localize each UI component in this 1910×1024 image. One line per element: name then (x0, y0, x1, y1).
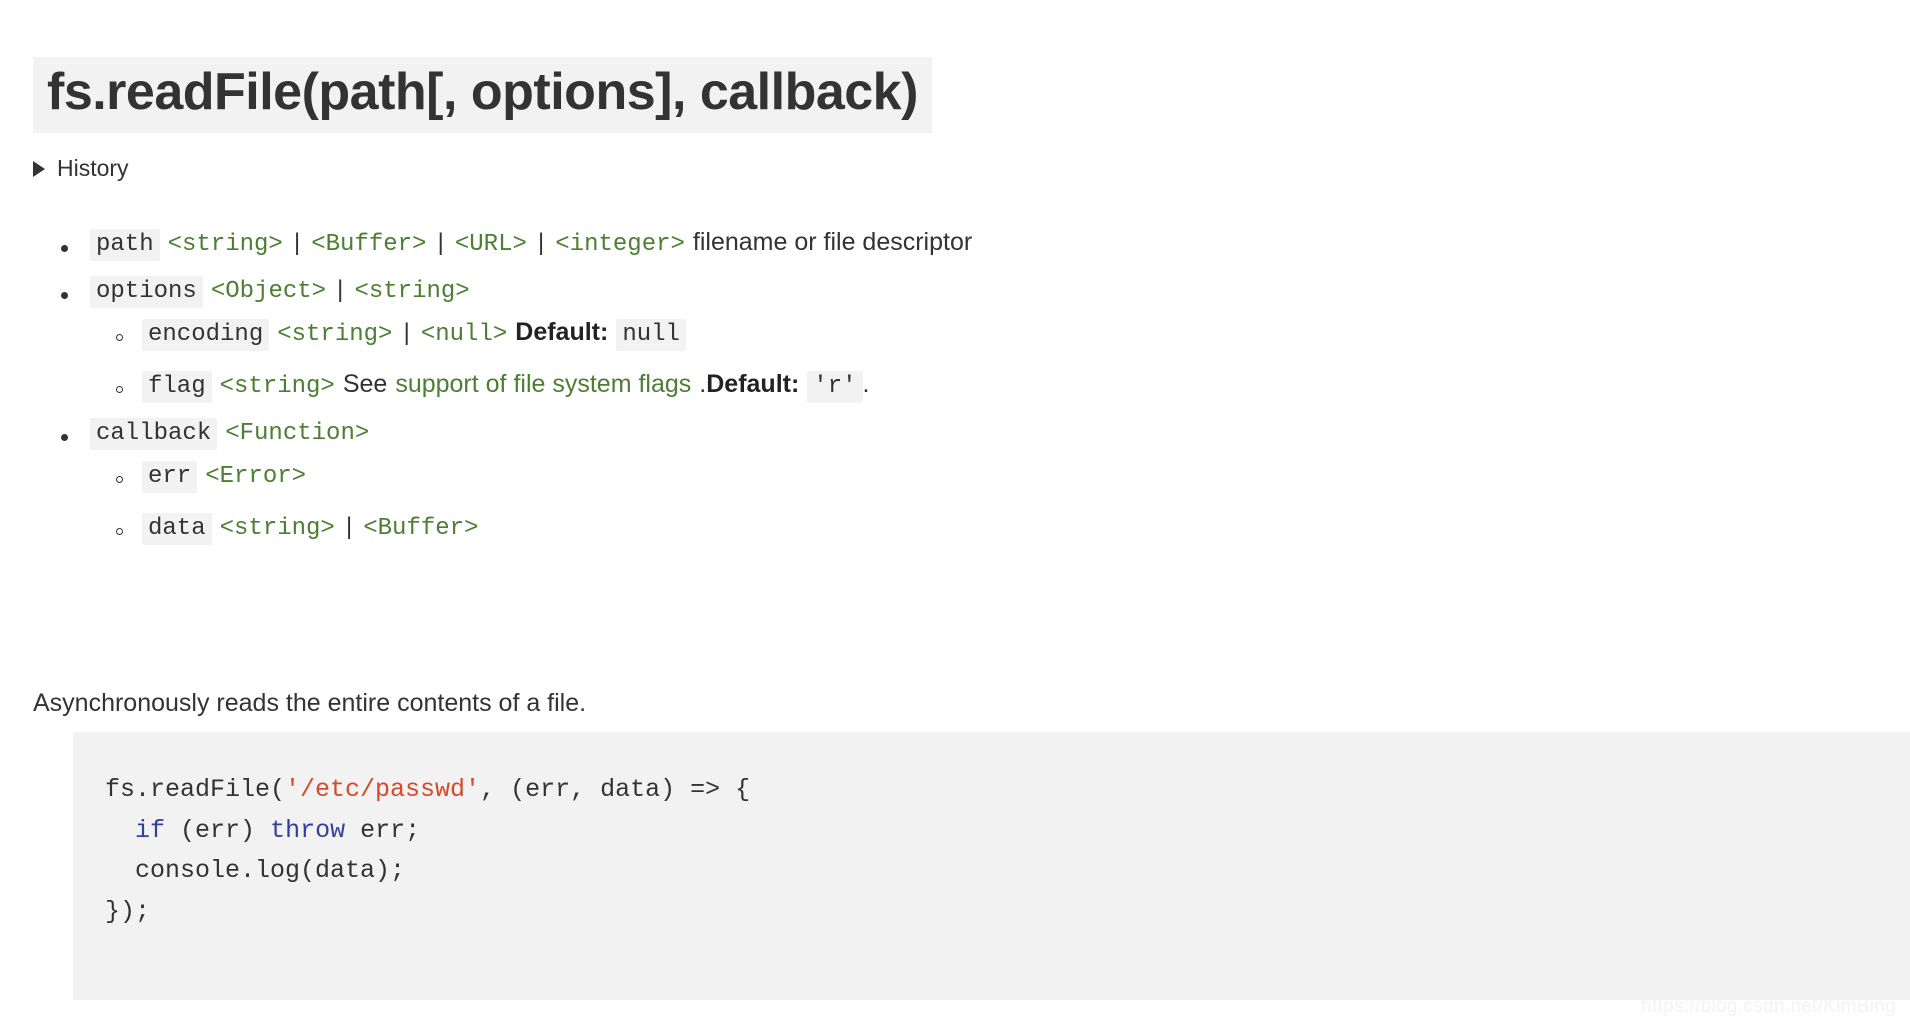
history-label: History (57, 155, 129, 182)
type-link-buffer[interactable]: <Buffer> (311, 231, 426, 258)
trailing-period: . (863, 370, 870, 398)
type-separator: | (392, 321, 420, 348)
code-content: fs.readFile('/etc/passwd', (err, data) =… (105, 770, 1910, 932)
triangle-right-icon (33, 161, 45, 177)
param-encoding-line: encoding<string>|<null>Default:null (142, 320, 1733, 347)
see-text: See (343, 370, 387, 398)
type-link-url[interactable]: <URL> (455, 231, 527, 258)
parameters-level-2-callback: err<Error> data<string>|<Buffer> (90, 462, 1733, 541)
param-name-options: options (90, 276, 203, 308)
param-path-line: path<string>|<Buffer>|<URL>|<integer>fil… (90, 230, 1733, 257)
type-link-integer[interactable]: <integer> (555, 231, 685, 258)
parameters-level-1: path<string>|<Buffer>|<URL>|<integer>fil… (33, 230, 1733, 541)
param-callback-line: callback<Function> (90, 419, 1733, 446)
param-flag-line: flag<string>Seesupport of file system fl… (142, 372, 1733, 399)
type-separator: | (326, 278, 354, 305)
documentation-page: fs.readFile(path[, options], callback) H… (0, 0, 1910, 1024)
type-link-buffer[interactable]: <Buffer> (363, 515, 478, 542)
link-file-system-flags[interactable]: support of file system flags (395, 370, 691, 398)
code-token (105, 816, 135, 845)
type-link-null[interactable]: <null> (421, 321, 507, 348)
param-callback: callback<Function> err<Error> data<strin… (33, 419, 1733, 541)
code-token: '/etc/passwd' (285, 775, 480, 804)
param-name-err: err (142, 461, 197, 493)
code-token: throw (270, 816, 345, 845)
type-link-string[interactable]: <string> (277, 321, 392, 348)
param-name-flag: flag (142, 371, 212, 403)
code-token: if (135, 816, 165, 845)
param-name-callback: callback (90, 418, 217, 450)
code-token: }); (105, 897, 150, 926)
param-name-data: data (142, 513, 212, 545)
type-link-function[interactable]: <Function> (225, 420, 369, 447)
parameter-list: path<string>|<Buffer>|<URL>|<integer>fil… (33, 230, 1733, 561)
type-separator: | (283, 231, 311, 258)
param-data-line: data<string>|<Buffer> (142, 514, 1733, 541)
param-path-description: filename or file descriptor (693, 228, 972, 256)
type-link-error[interactable]: <Error> (205, 463, 306, 490)
code-block: fs.readFile('/etc/passwd', (err, data) =… (73, 732, 1910, 1000)
param-data: data<string>|<Buffer> (90, 514, 1733, 541)
type-link-string[interactable]: <string> (220, 515, 335, 542)
parameters-level-2-options: encoding<string>|<null>Default:null flag… (90, 320, 1733, 399)
param-flag: flag<string>Seesupport of file system fl… (90, 372, 1733, 399)
param-name-path: path (90, 229, 160, 261)
page-title: fs.readFile(path[, options], callback) (33, 57, 932, 133)
type-separator: | (426, 231, 454, 258)
code-token: console.log(data); (105, 856, 405, 885)
type-link-string[interactable]: <string> (168, 231, 283, 258)
param-options-line: options<Object>|<string> (90, 277, 1733, 304)
param-options: options<Object>|<string> encoding<string… (33, 277, 1733, 399)
param-err-line: err<Error> (142, 462, 1733, 489)
type-link-object[interactable]: <Object> (211, 278, 326, 305)
default-label: Default: (515, 318, 608, 346)
default-value-null: null (616, 319, 686, 351)
watermark: https://blog.csdn.net/KimBing (1641, 996, 1896, 1018)
default-label: Default: (706, 370, 799, 398)
param-path: path<string>|<Buffer>|<URL>|<integer>fil… (33, 230, 1733, 257)
code-root: fs.readFile('/etc/passwd', (err, data) =… (105, 775, 750, 926)
history-disclosure[interactable]: History (33, 155, 129, 182)
type-link-string[interactable]: <string> (354, 278, 469, 305)
type-link-string[interactable]: <string> (220, 373, 335, 400)
code-token: (err) (165, 816, 270, 845)
code-token: , (err, data) => { (480, 775, 750, 804)
type-separator: | (335, 515, 363, 542)
param-encoding: encoding<string>|<null>Default:null (90, 320, 1733, 347)
param-err: err<Error> (90, 462, 1733, 489)
code-token: err; (345, 816, 420, 845)
description-paragraph: Asynchronously reads the entire contents… (33, 689, 586, 718)
type-separator: | (527, 231, 555, 258)
default-value-r: 'r' (807, 371, 862, 403)
code-token: fs.readFile( (105, 775, 285, 804)
param-name-encoding: encoding (142, 319, 269, 351)
